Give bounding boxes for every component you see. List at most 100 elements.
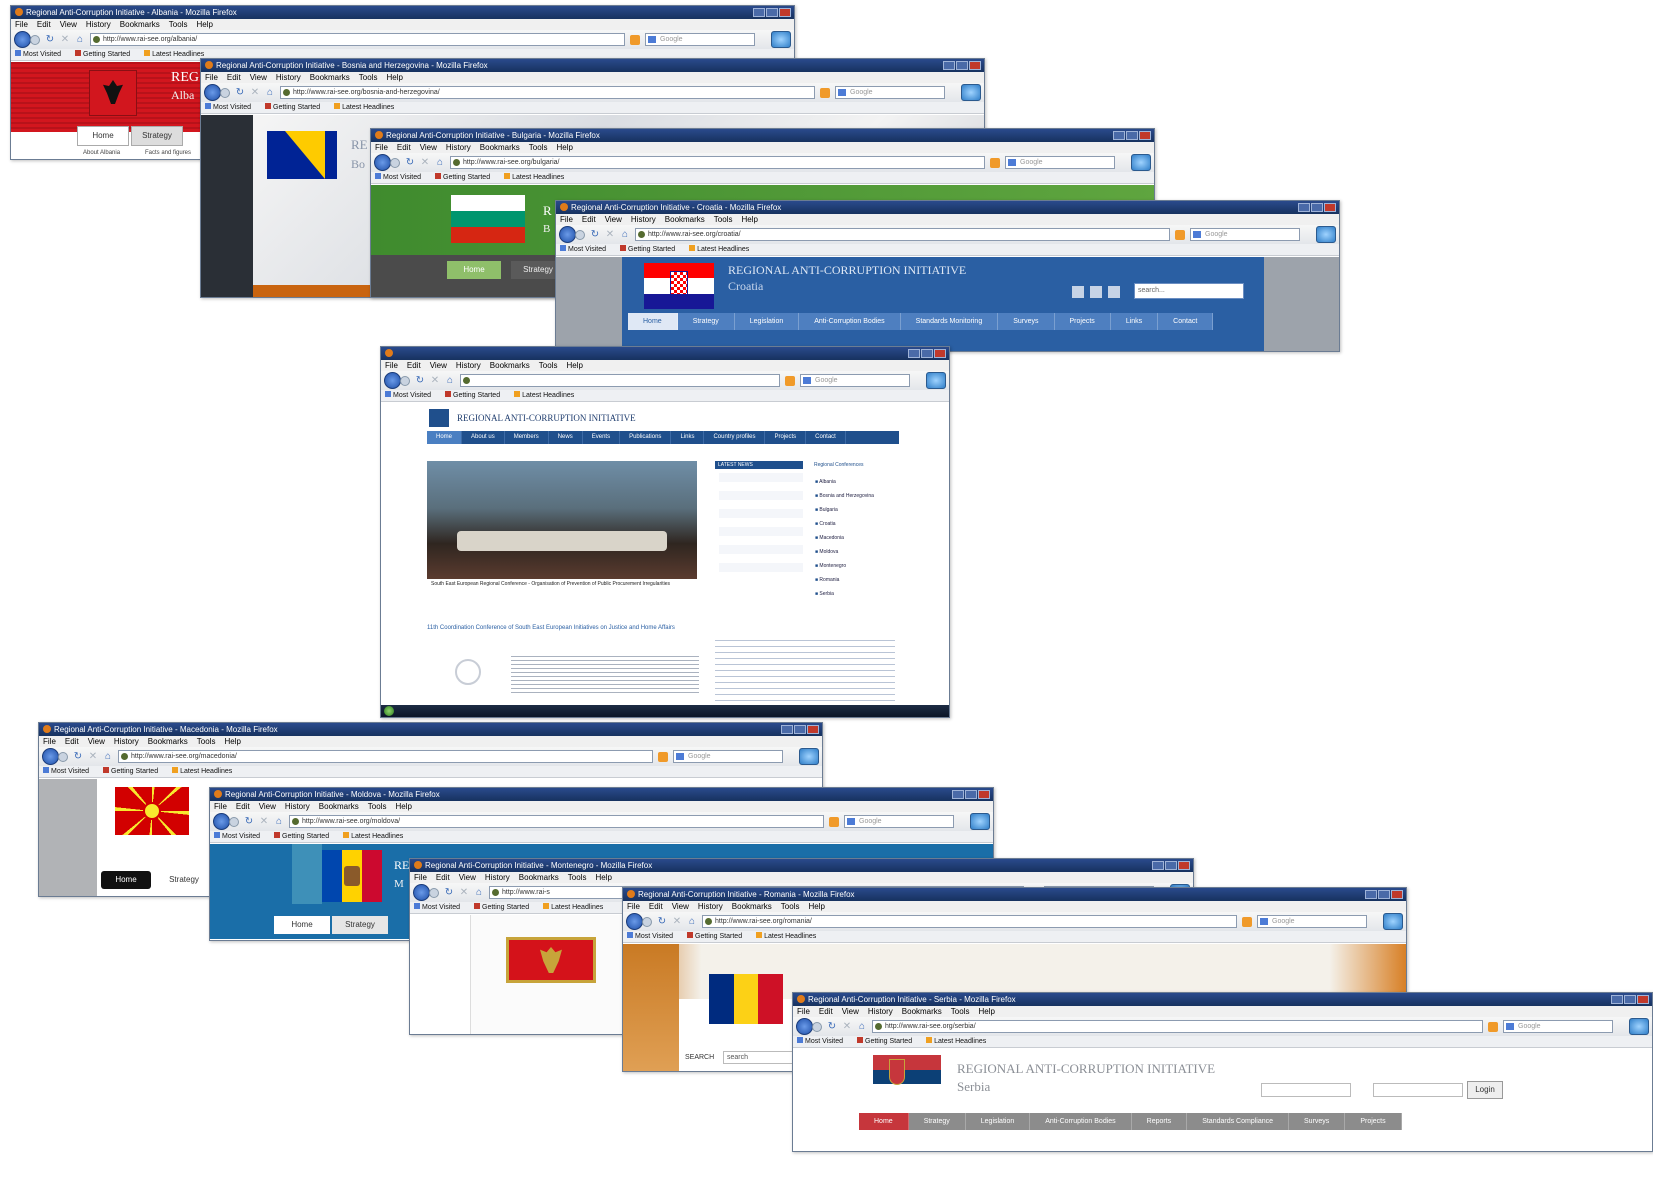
nav-tab[interactable]: Standards Compliance bbox=[1187, 1113, 1290, 1130]
window-titlebar[interactable]: Regional Anti-Corruption Initiative - Bo… bbox=[201, 59, 984, 72]
menu-item-view[interactable]: View bbox=[420, 143, 437, 152]
back-button[interactable] bbox=[204, 84, 221, 101]
browser-window-main[interactable]: File Edit View History Bookmarks Tools Help ↻ ✕ ⌂… bbox=[380, 346, 950, 718]
bookmark-item[interactable]: Most Visited bbox=[385, 391, 438, 399]
tab-home[interactable]: Home bbox=[274, 916, 330, 934]
menu-item-view[interactable]: View bbox=[430, 361, 447, 370]
browser-globe-icon[interactable] bbox=[926, 372, 946, 389]
menu-item-view[interactable]: View bbox=[60, 20, 77, 29]
rss-feed-icon[interactable] bbox=[630, 34, 640, 45]
rss-feed-icon[interactable] bbox=[785, 375, 795, 386]
country-link[interactable]: Moldova bbox=[815, 545, 874, 559]
link-facts-figures[interactable]: Facts and figures bbox=[145, 150, 191, 156]
menu-item-edit[interactable]: Edit bbox=[37, 20, 51, 29]
country-link[interactable]: Serbia bbox=[815, 587, 874, 601]
menu-item-edit[interactable]: Edit bbox=[649, 902, 663, 911]
home-icon[interactable]: ⌂ bbox=[103, 751, 113, 762]
home-icon[interactable]: ⌂ bbox=[445, 375, 455, 386]
menu-item-help[interactable]: Help bbox=[196, 20, 212, 29]
menu-item-tools[interactable]: Tools bbox=[197, 737, 216, 746]
bookmark-item[interactable]: Getting Started bbox=[274, 832, 336, 840]
search-input[interactable]: Google bbox=[800, 374, 910, 387]
font-medium-icon[interactable] bbox=[1090, 286, 1102, 298]
address-bar[interactable]: http://www.rai-see.org/albania/ bbox=[90, 33, 625, 46]
menu-item-file[interactable]: File bbox=[560, 215, 573, 224]
nav-tab[interactable]: Anti-Corruption Bodies bbox=[1030, 1113, 1132, 1130]
menu-item-bookmarks[interactable]: Bookmarks bbox=[665, 215, 705, 224]
rss-feed-icon[interactable] bbox=[829, 816, 839, 827]
maximize-button[interactable] bbox=[956, 61, 968, 70]
stop-icon[interactable]: ✕ bbox=[88, 751, 98, 762]
country-link[interactable]: Bosnia and Herzegovina bbox=[815, 489, 873, 503]
bookmark-item[interactable]: Most Visited bbox=[627, 932, 680, 940]
menu-item-view[interactable]: View bbox=[259, 802, 276, 811]
bookmark-item[interactable]: Getting Started bbox=[445, 391, 507, 399]
menu-item-tools[interactable]: Tools bbox=[714, 215, 733, 224]
address-bar[interactable] bbox=[460, 374, 780, 387]
reload-icon[interactable]: ↻ bbox=[244, 816, 254, 827]
nav-item[interactable]: Events bbox=[583, 431, 621, 444]
news-headline[interactable]: 11th Coordination Conference of South Ea… bbox=[427, 625, 703, 631]
minimize-button[interactable] bbox=[1611, 995, 1623, 1004]
nav-tab[interactable]: Projects bbox=[1055, 313, 1111, 330]
address-bar[interactable]: http://www.rai-see.org/bosnia-and-herzeg… bbox=[280, 86, 815, 99]
back-button[interactable] bbox=[626, 913, 643, 930]
nav-tab[interactable]: Surveys bbox=[998, 313, 1055, 330]
menu-item-help[interactable]: Help bbox=[224, 737, 240, 746]
menu-item-view[interactable]: View bbox=[842, 1007, 859, 1016]
home-icon[interactable]: ⌂ bbox=[75, 34, 85, 45]
menu-item-tools[interactable]: Tools bbox=[539, 361, 558, 370]
nav-item[interactable]: Links bbox=[671, 431, 705, 444]
bookmark-item[interactable]: Latest Headlines bbox=[343, 832, 410, 840]
bookmark-item[interactable]: Latest Headlines bbox=[926, 1037, 993, 1045]
rss-feed-icon[interactable] bbox=[1175, 229, 1185, 240]
menu-item-bookmarks[interactable]: Bookmarks bbox=[148, 737, 188, 746]
nav-tab[interactable]: Projects bbox=[1345, 1113, 1402, 1130]
forward-button[interactable] bbox=[575, 229, 585, 240]
menu-item-history[interactable]: History bbox=[285, 802, 310, 811]
font-large-icon[interactable] bbox=[1108, 286, 1120, 298]
close-button[interactable] bbox=[934, 349, 946, 358]
address-bar[interactable]: http://www.rai-see.org/bulgaria/ bbox=[450, 156, 985, 169]
menu-item-bookmarks[interactable]: Bookmarks bbox=[120, 20, 160, 29]
tab-home[interactable]: Home bbox=[101, 871, 151, 889]
reload-icon[interactable]: ↻ bbox=[827, 1021, 837, 1032]
search-input[interactable]: Google bbox=[1503, 1020, 1613, 1033]
menu-item-help[interactable]: Help bbox=[741, 215, 757, 224]
menu-item-bookmarks[interactable]: Bookmarks bbox=[490, 361, 530, 370]
nav-item[interactable]: Publications bbox=[620, 431, 672, 444]
maximize-button[interactable] bbox=[1378, 890, 1390, 899]
reload-icon[interactable]: ↻ bbox=[73, 751, 83, 762]
close-button[interactable] bbox=[969, 61, 981, 70]
minimize-button[interactable] bbox=[781, 725, 793, 734]
menu-item-edit[interactable]: Edit bbox=[236, 802, 250, 811]
menu-item-help[interactable]: Help bbox=[386, 73, 402, 82]
forward-button[interactable] bbox=[229, 816, 239, 827]
close-button[interactable] bbox=[807, 725, 819, 734]
bookmark-item[interactable]: Getting Started bbox=[474, 903, 536, 911]
country-link[interactable]: Bulgaria bbox=[815, 503, 874, 517]
close-button[interactable] bbox=[1324, 203, 1336, 212]
maximize-button[interactable] bbox=[921, 349, 933, 358]
menu-item-history[interactable]: History bbox=[114, 737, 139, 746]
close-button[interactable] bbox=[779, 8, 791, 17]
window-titlebar[interactable]: Regional Anti-Corruption Initiative - Mo… bbox=[210, 788, 993, 801]
bookmark-item[interactable]: Latest Headlines bbox=[334, 103, 401, 111]
window-titlebar[interactable]: Regional Anti-Corruption Initiative - Al… bbox=[11, 6, 794, 19]
tab-strategy[interactable]: Strategy bbox=[332, 916, 388, 934]
menu-item-edit[interactable]: Edit bbox=[582, 215, 596, 224]
home-icon[interactable]: ⌂ bbox=[265, 87, 275, 98]
menu-item-tools[interactable]: Tools bbox=[529, 143, 548, 152]
menu-item-bookmarks[interactable]: Bookmarks bbox=[732, 902, 772, 911]
menu-item-view[interactable]: View bbox=[250, 73, 267, 82]
stop-icon[interactable]: ✕ bbox=[459, 887, 469, 898]
menu-item-help[interactable]: Help bbox=[556, 143, 572, 152]
rss-feed-icon[interactable] bbox=[820, 87, 830, 98]
menu-item-edit[interactable]: Edit bbox=[227, 73, 241, 82]
bookmark-item[interactable]: Most Visited bbox=[15, 50, 68, 58]
menu-item-file[interactable]: File bbox=[414, 873, 427, 882]
home-icon[interactable]: ⌂ bbox=[687, 916, 697, 927]
address-bar[interactable]: http://www.rai-see.org/serbia/ bbox=[872, 1020, 1483, 1033]
search-input[interactable]: Google bbox=[844, 815, 954, 828]
close-button[interactable] bbox=[978, 790, 990, 799]
